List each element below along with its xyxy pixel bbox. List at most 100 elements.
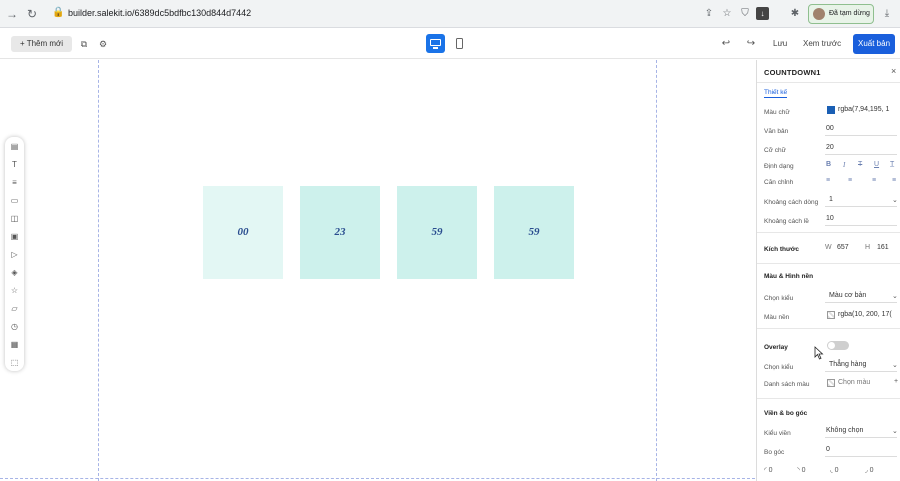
corner-bottom-left[interactable]: ◟ 0 <box>830 466 839 474</box>
bg-type-select[interactable]: Màu cơ bản <box>829 292 866 299</box>
underline-icon[interactable]: U <box>874 161 879 168</box>
back-icon[interactable]: → <box>4 6 20 22</box>
mobile-icon[interactable] <box>456 38 463 49</box>
copy-icon[interactable]: ⧉ <box>78 38 90 50</box>
border-type-label: Kiểu viền <box>764 430 791 437</box>
mouse-cursor-icon <box>814 346 824 360</box>
app-toolbar: + Thêm mới ⧉ ⚙ ↩ ↪ Lưu Xem trước Xuất bả… <box>0 29 900 59</box>
font-color-icon[interactable]: T̲ <box>890 161 894 168</box>
bg-color-label: Màu nền <box>764 314 790 321</box>
section-icon[interactable]: ▤ <box>9 141 20 152</box>
download-icon[interactable]: ⤓ <box>880 7 894 21</box>
paragraph-icon[interactable]: ≡ <box>9 177 20 188</box>
countdown-hours[interactable]: 23 <box>300 186 380 279</box>
radius-field[interactable]: 0 <box>826 446 830 453</box>
chevron-down-icon[interactable]: ⌄ <box>892 427 898 435</box>
overlay-list-label: Danh sách màu <box>764 381 810 388</box>
guide-line <box>98 60 99 481</box>
countdown-seconds[interactable]: 59 <box>494 186 574 279</box>
extension-download-icon[interactable]: ↓ <box>756 7 769 20</box>
editor-canvas[interactable]: ▤ T ≡ ▭ ◫ ▣ ▷ ◈ ☆ ▱ ◷ ▦ ⬚ 00 23 59 59 <box>0 60 755 481</box>
text-icon[interactable]: T <box>9 159 20 170</box>
gallery-icon[interactable]: ▣ <box>9 231 20 242</box>
font-size-label: Cỡ chữ <box>764 147 786 154</box>
chevron-down-icon[interactable]: ⌄ <box>892 196 898 204</box>
guide-line <box>656 60 657 481</box>
height-label: H <box>865 244 871 251</box>
url-text: builder.salekit.io/6389dc5bdfbc130d844d7… <box>68 8 252 18</box>
chevron-down-icon[interactable]: ⌄ <box>892 361 898 369</box>
overlay-type-select[interactable]: Thẳng hàng <box>829 361 866 368</box>
star-icon[interactable]: ☆ <box>720 7 734 21</box>
reload-icon[interactable]: ↻ <box>24 6 40 22</box>
corner-top-right[interactable]: ◝ 0 <box>797 466 806 474</box>
corner-bottom-right[interactable]: ◞ 0 <box>865 466 874 474</box>
panel-title: COUNTDOWN1 <box>764 68 821 77</box>
desktop-icon[interactable] <box>426 34 445 53</box>
popup-icon[interactable]: ▦ <box>9 339 20 350</box>
address-bar[interactable]: 🔒 builder.salekit.io/6389dc5bdfbc130d844… <box>44 4 804 24</box>
publish-button[interactable]: Xuất bản <box>853 34 895 54</box>
preview-button[interactable]: Xem trước <box>803 39 841 48</box>
letter-spacing-field[interactable]: 10 <box>826 215 834 222</box>
element-toolbar: ▤ T ≡ ▭ ◫ ▣ ▷ ◈ ☆ ▱ ◷ ▦ ⬚ <box>5 137 24 371</box>
border-type-select[interactable]: Không chọn <box>826 427 863 434</box>
tab-design[interactable]: Thiết kế <box>764 89 788 98</box>
align-label: Căn chỉnh <box>764 179 794 186</box>
bold-icon[interactable]: B <box>826 161 831 168</box>
guide-line <box>0 478 755 479</box>
lock-icon[interactable]: 🔒 <box>52 7 64 18</box>
line-spacing-select[interactable]: 1 <box>829 196 833 203</box>
image-icon[interactable]: ◫ <box>9 213 20 224</box>
countdown-minutes[interactable]: 59 <box>397 186 477 279</box>
countdown-icon[interactable]: ◷ <box>9 321 20 332</box>
add-new-button[interactable]: + Thêm mới <box>11 36 72 52</box>
chevron-down-icon[interactable]: ⌄ <box>892 292 898 300</box>
puzzle-icon[interactable]: ✱ <box>788 7 802 21</box>
width-field[interactable]: 657 <box>837 244 849 251</box>
height-field[interactable]: 161 <box>877 244 889 251</box>
close-icon[interactable]: × <box>891 66 896 76</box>
frame-icon[interactable]: ⬚ <box>9 357 20 368</box>
shield-icon[interactable]: ⛉ <box>738 7 752 21</box>
star-icon[interactable]: ☆ <box>9 285 20 296</box>
slideshow-icon[interactable]: ▱ <box>9 303 20 314</box>
text-color-value[interactable]: rgba(7,94,195, 1 <box>838 106 889 113</box>
form-icon[interactable]: ▭ <box>9 195 20 206</box>
countdown-days[interactable]: 00 <box>203 186 283 279</box>
redo-icon[interactable]: ↪ <box>745 38 757 50</box>
font-size-field[interactable]: 20 <box>826 144 834 151</box>
text-color-swatch[interactable] <box>827 106 835 114</box>
browser-toolbar: → ↻ 🔒 builder.salekit.io/6389dc5bdfbc130… <box>0 0 900 28</box>
save-button[interactable]: Lưu <box>773 39 787 48</box>
divider <box>757 82 900 83</box>
border-section-title: Viền & bo góc <box>764 410 808 417</box>
avatar <box>813 8 825 20</box>
text-field[interactable]: 00 <box>826 125 834 132</box>
properties-panel: COUNTDOWN1 × Thiết kế Màu chữ rgba(7,94,… <box>756 60 900 481</box>
align-left-icon[interactable]: ≡ <box>826 177 830 184</box>
overlay-toggle[interactable] <box>827 341 849 350</box>
overlay-color-swatch[interactable] <box>827 379 835 387</box>
align-justify-icon[interactable]: ≡ <box>892 177 896 184</box>
overlay-type-label: Chọn kiểu <box>764 364 794 371</box>
text-color-label: Màu chữ <box>764 109 790 116</box>
strikethrough-icon[interactable]: T <box>858 161 862 168</box>
bg-color-swatch[interactable] <box>827 311 835 319</box>
shape-icon[interactable]: ◈ <box>9 267 20 278</box>
undo-icon[interactable]: ↩ <box>720 38 732 50</box>
align-right-icon[interactable]: ≡ <box>872 177 876 184</box>
italic-icon[interactable]: I <box>843 161 845 169</box>
settings-icon[interactable]: ⚙ <box>97 38 109 50</box>
width-label: W <box>825 244 832 251</box>
share-icon[interactable]: ⇪ <box>702 7 716 21</box>
corner-top-left[interactable]: ◜ 0 <box>764 466 773 474</box>
format-label: Định dạng <box>764 163 794 170</box>
align-center-icon[interactable]: ≡ <box>848 177 852 184</box>
video-icon[interactable]: ▷ <box>9 249 20 260</box>
overlay-color-picker[interactable]: Chọn màu <box>838 379 870 386</box>
add-icon[interactable]: + <box>894 378 898 385</box>
bg-color-value[interactable]: rgba(10, 200, 17( <box>838 311 892 318</box>
profile-paused-chip[interactable]: Đã tạm dừng <box>808 4 874 24</box>
background-section-title: Màu & Hình nền <box>764 273 814 280</box>
